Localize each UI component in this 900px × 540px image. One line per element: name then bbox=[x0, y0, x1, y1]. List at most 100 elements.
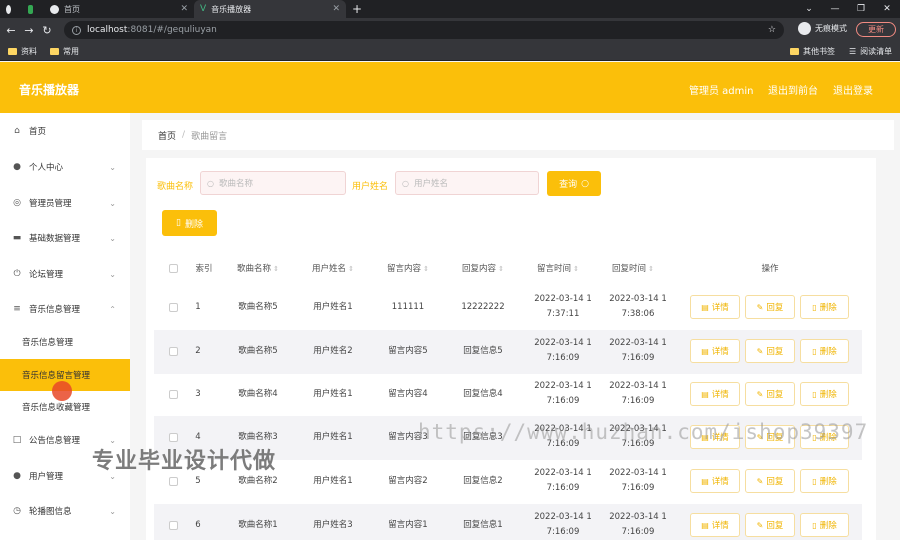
sort-icon[interactable]: ⇕ bbox=[273, 265, 279, 273]
trash-icon: ▯ bbox=[176, 218, 181, 228]
sidebar-item-admin[interactable]: ◎ 管理员管理 ⌄ bbox=[0, 187, 130, 219]
reply-button-label: 回复 bbox=[766, 390, 784, 400]
back-icon[interactable]: ← bbox=[2, 24, 20, 37]
row-index: 6 bbox=[195, 520, 201, 530]
sidebar-item-personal[interactable]: ● 个人中心 ⌄ bbox=[0, 151, 130, 183]
reply-button[interactable]: ✎ 回复 bbox=[745, 382, 795, 406]
row-checkbox[interactable] bbox=[169, 433, 178, 442]
bookmark-folder[interactable]: 资料 bbox=[8, 46, 37, 57]
sidebar-item-music[interactable]: ≡ 音乐信息管理 ⌃ bbox=[0, 293, 130, 325]
forward-icon[interactable]: → bbox=[20, 24, 38, 37]
sort-icon[interactable]: ⇕ bbox=[423, 265, 429, 273]
detail-button-label: 详情 bbox=[711, 303, 729, 313]
info-icon[interactable]: i bbox=[72, 25, 81, 35]
sort-icon[interactable]: ⇕ bbox=[573, 265, 579, 273]
detail-button[interactable]: ▤ 详情 bbox=[690, 339, 740, 363]
other-bookmarks[interactable]: 其他书签 bbox=[790, 46, 835, 57]
incognito-indicator[interactable]: 无痕模式 bbox=[798, 22, 847, 35]
browser-tab-active[interactable]: V 音乐播放器 ✕ bbox=[194, 0, 346, 18]
row-user-name: 用户姓名1 bbox=[313, 389, 353, 399]
reply-button-label: 回复 bbox=[766, 347, 784, 357]
column-header-reply-time[interactable]: 回复时间 ⇕ bbox=[600, 262, 666, 274]
close-icon[interactable]: ✕ bbox=[332, 4, 340, 14]
browser-tab[interactable] bbox=[0, 0, 22, 18]
incognito-icon bbox=[798, 22, 811, 35]
reload-icon[interactable]: ↻ bbox=[38, 24, 56, 37]
close-icon[interactable]: ✕ bbox=[180, 4, 188, 14]
delete-button[interactable]: ▯ 删除 bbox=[800, 513, 849, 537]
column-header-reply[interactable]: 回复内容 ⇕ bbox=[450, 262, 516, 274]
sidebar-item-label: 首页 bbox=[29, 127, 47, 137]
folder-icon bbox=[790, 48, 799, 55]
browser-tab[interactable]: 首页 ✕ bbox=[44, 0, 194, 18]
sidebar-item-basic-data[interactable]: ▬ 基础数据管理 ⌄ bbox=[0, 222, 130, 254]
row-checkbox[interactable] bbox=[169, 521, 178, 530]
bookmark-folder[interactable]: 常用 bbox=[50, 46, 79, 57]
sidebar-item-label: 轮播图信息 bbox=[29, 507, 72, 517]
row-reply-time: 2022-03-14 1 bbox=[609, 294, 667, 304]
update-button[interactable]: 更新 bbox=[856, 22, 896, 37]
edit-icon: ✎ bbox=[756, 346, 764, 356]
sidebar-subitem-music-info[interactable]: 音乐信息管理 bbox=[0, 326, 130, 358]
chrome-icon bbox=[6, 4, 11, 14]
song-name-input[interactable]: ○ 歌曲名称 bbox=[200, 171, 346, 195]
sidebar-item-home[interactable]: ⌂ 首页 bbox=[0, 115, 130, 147]
batch-delete-button[interactable]: ▯ 删除 bbox=[162, 210, 217, 236]
search-icon: ○ bbox=[581, 178, 589, 189]
detail-button[interactable]: ▤ 详情 bbox=[690, 513, 740, 537]
close-window-icon[interactable]: ✕ bbox=[874, 4, 900, 14]
sort-icon[interactable]: ⇕ bbox=[498, 265, 504, 273]
logout-link[interactable]: 退出登录 bbox=[833, 82, 873, 97]
bookmark-star-icon[interactable]: ☆ bbox=[768, 25, 776, 35]
breadcrumb-home[interactable]: 首页 bbox=[158, 129, 176, 142]
printer-icon: ▬ bbox=[12, 233, 22, 243]
delete-button[interactable]: ▯ 删除 bbox=[800, 382, 849, 406]
reply-button[interactable]: ✎ 回复 bbox=[745, 339, 795, 363]
detail-button[interactable]: ▤ 详情 bbox=[690, 295, 740, 319]
sidebar-item-forum[interactable]: ⏻ 论坛管理 ⌄ bbox=[0, 258, 130, 290]
select-all-checkbox[interactable] bbox=[169, 264, 178, 273]
reply-button[interactable]: ✎ 回复 bbox=[745, 469, 795, 493]
detail-button-label: 详情 bbox=[711, 521, 729, 531]
delete-button[interactable]: ▯ 删除 bbox=[800, 469, 849, 493]
new-tab-icon[interactable]: + bbox=[352, 2, 362, 16]
delete-button[interactable]: ▯ 删除 bbox=[800, 295, 849, 319]
column-header-message[interactable]: 留言内容 ⇕ bbox=[375, 262, 441, 274]
row-reply: 回复信息1 bbox=[463, 520, 503, 530]
reply-button[interactable]: ✎ 回复 bbox=[745, 513, 795, 537]
sidebar-item-carousel[interactable]: ◷ 轮播图信息 ⌄ bbox=[0, 495, 130, 527]
column-header-song[interactable]: 歌曲名称 ⇕ bbox=[225, 262, 291, 274]
row-message-time: 7:16:09 bbox=[546, 396, 580, 406]
row-song-name: 歌曲名称2 bbox=[238, 476, 278, 486]
detail-button[interactable]: ▤ 详情 bbox=[690, 382, 740, 406]
row-reply-time: 7:16:09 bbox=[621, 483, 655, 493]
browser-tab[interactable] bbox=[22, 0, 44, 18]
sort-icon[interactable]: ⇕ bbox=[648, 265, 654, 273]
minimize-icon[interactable]: — bbox=[822, 4, 848, 14]
row-song-name: 歌曲名称5 bbox=[238, 346, 278, 356]
sort-icon[interactable]: ⇕ bbox=[348, 265, 354, 273]
delete-button-label: 删除 bbox=[819, 303, 837, 313]
restore-icon[interactable]: ❐ bbox=[848, 4, 874, 14]
row-checkbox[interactable] bbox=[169, 477, 178, 486]
url-input[interactable]: i localhost:8081/#/gequliuyan ☆ bbox=[64, 21, 784, 39]
incognito-label: 无痕模式 bbox=[815, 24, 847, 33]
row-checkbox[interactable] bbox=[169, 303, 178, 312]
detail-button[interactable]: ▤ 详情 bbox=[690, 469, 740, 493]
column-header-message-time[interactable]: 留言时间 ⇕ bbox=[525, 262, 591, 274]
reading-list[interactable]: ☰ 阅读清单 bbox=[849, 46, 892, 57]
reply-button[interactable]: ✎ 回复 bbox=[745, 295, 795, 319]
back-to-home-link[interactable]: 退出到前台 bbox=[768, 82, 818, 97]
home-icon: ⌂ bbox=[14, 126, 20, 136]
column-header-user[interactable]: 用户姓名 ⇕ bbox=[300, 262, 366, 274]
row-checkbox[interactable] bbox=[169, 390, 178, 399]
sidebar-item-label: 论坛管理 bbox=[29, 270, 64, 280]
chevron-down-icon: ⌄ bbox=[109, 162, 116, 172]
tab-search-icon[interactable]: ⌄ bbox=[796, 4, 822, 14]
user-name-input[interactable]: ○ 用户姓名 bbox=[395, 171, 539, 195]
row-checkbox[interactable] bbox=[169, 347, 178, 356]
delete-button[interactable]: ▯ 删除 bbox=[800, 339, 849, 363]
trash-icon: ▯ bbox=[812, 476, 817, 486]
search-icon: ○ bbox=[207, 178, 214, 188]
query-button[interactable]: 查询 ○ bbox=[547, 171, 601, 196]
